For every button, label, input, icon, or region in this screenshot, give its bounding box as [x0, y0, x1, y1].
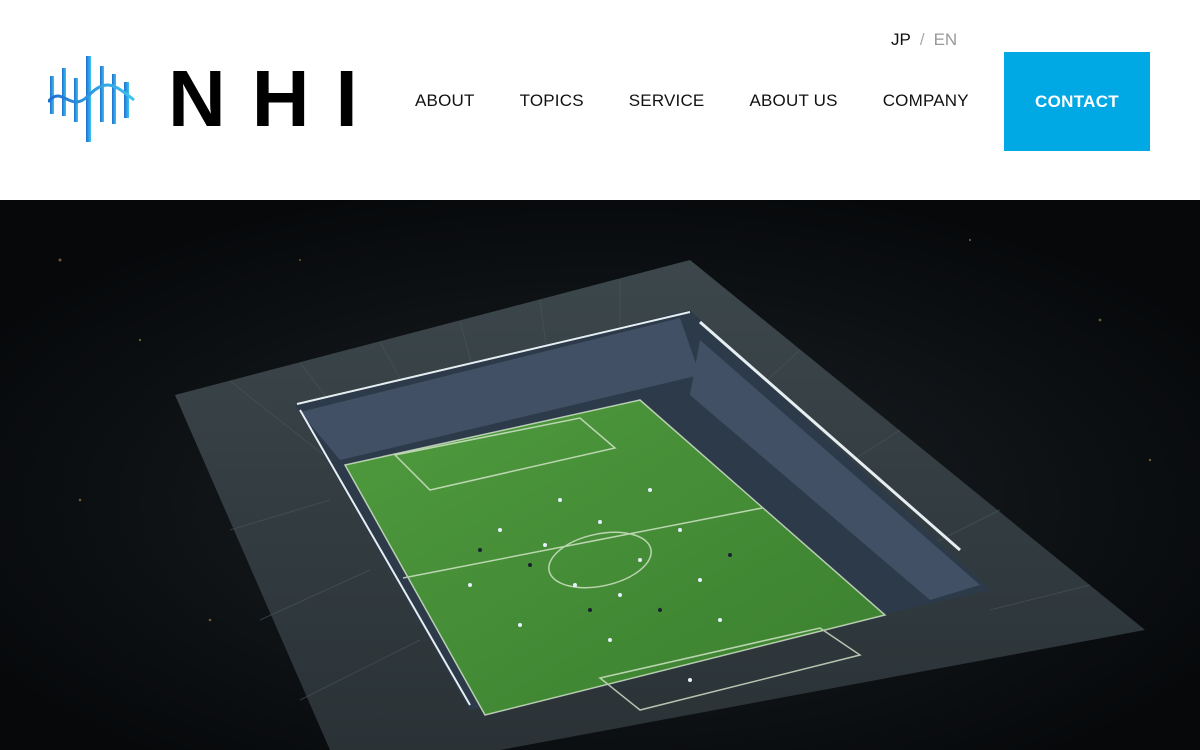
brand-name: NHI	[168, 54, 384, 143]
main-nav: ABOUT TOPICS SERVICE ABOUT US COMPANY	[415, 91, 969, 111]
stadium-illustration	[0, 200, 1200, 750]
site-header: NHI JP / EN ABOUT TOPICS SERVICE ABOUT U…	[0, 0, 1200, 200]
nav-about-us[interactable]: ABOUT US	[749, 91, 837, 111]
contact-button[interactable]: CONTACT	[1004, 52, 1150, 151]
lang-en[interactable]: EN	[934, 30, 958, 50]
nhi-wave-logo-icon	[48, 56, 135, 142]
nav-service[interactable]: SERVICE	[629, 91, 705, 111]
language-switcher: JP / EN	[891, 30, 957, 50]
logo[interactable]: NHI	[48, 54, 384, 144]
lang-jp[interactable]: JP	[891, 30, 911, 50]
lang-separator: /	[919, 30, 925, 49]
nav-topics[interactable]: TOPICS	[520, 91, 584, 111]
hero-stadium-image	[0, 200, 1200, 750]
nav-company[interactable]: COMPANY	[883, 91, 969, 111]
nav-about[interactable]: ABOUT	[415, 91, 475, 111]
